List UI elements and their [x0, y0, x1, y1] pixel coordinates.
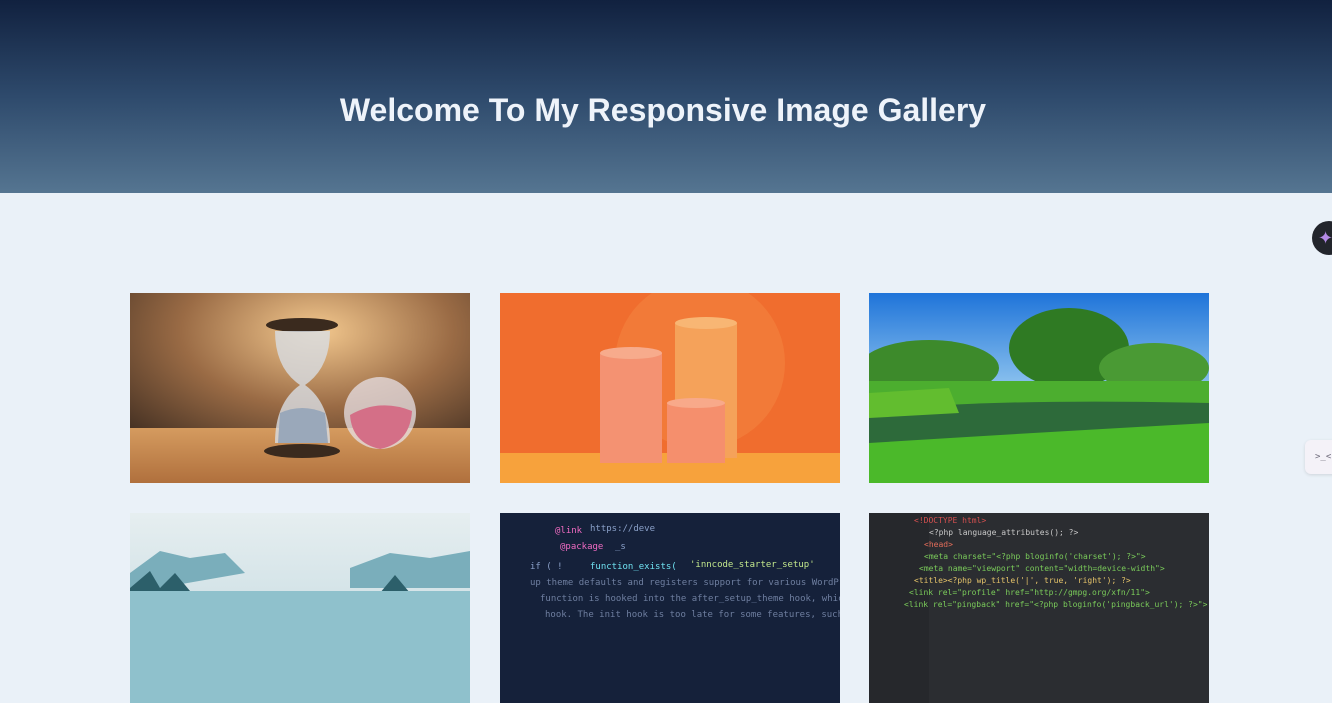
svg-text:up theme defaults and register: up theme defaults and registers support … [530, 578, 840, 588]
gallery-image-mountains[interactable] [130, 513, 470, 703]
svg-text:'inncode_starter_setup': 'inncode_starter_setup' [690, 560, 815, 570]
gallery-image-hourglass[interactable] [130, 293, 470, 483]
gallery-image-code-screen-blue[interactable]: @link https://deve @package _s if ( ! fu… [500, 513, 840, 703]
svg-text:_s: _s [615, 542, 626, 552]
svg-text:<?php language_attributes(); ?: <?php language_attributes(); ?> [929, 528, 1078, 537]
terminal-icon: >_< [1315, 452, 1332, 462]
svg-text:<link rel="profile" href="http: <link rel="profile" href="http://gmpg.or… [909, 588, 1150, 597]
sparkle-icon: ✦ [1318, 227, 1332, 248]
svg-text:<!DOCTYPE html>: <!DOCTYPE html> [914, 516, 986, 525]
svg-text:<meta charset="<?php bloginfo(: <meta charset="<?php bloginfo('charset')… [924, 552, 1146, 561]
side-panel-tab[interactable]: >_< [1305, 440, 1332, 474]
gallery-image-orange-cylinders[interactable] [500, 293, 840, 483]
svg-text:if ( !: if ( ! [530, 562, 563, 572]
svg-text:https://deve: https://deve [590, 524, 655, 534]
svg-text:<meta name="viewport" content=: <meta name="viewport" content="width=dev… [919, 564, 1165, 573]
svg-text:function is hooked into the af: function is hooked into the after_setup_… [540, 594, 840, 604]
page-title: Welcome To My Responsive Image Gallery [339, 92, 987, 128]
gallery-image-lake-landscape[interactable] [869, 293, 1209, 483]
page-header: Welcome To My Responsive Image Gallery [0, 0, 1332, 193]
svg-text:<head>: <head> [924, 540, 953, 549]
svg-text:@package: @package [560, 542, 603, 552]
assistant-sparkle-button[interactable]: ✦ [1312, 221, 1332, 255]
svg-text:<link rel="pingback" href="<?p: <link rel="pingback" href="<?php bloginf… [904, 600, 1208, 609]
svg-text:function_exists(: function_exists( [590, 562, 677, 572]
svg-text:@link: @link [555, 526, 583, 536]
gallery-image-code-screen-dark[interactable]: <!DOCTYPE html> <?php language_attribute… [869, 513, 1209, 703]
svg-text:<title><?php wp_title('|', tru: <title><?php wp_title('|', true, 'right'… [914, 576, 1131, 585]
svg-text:hook. The init hook is too lat: hook. The init hook is too late for some… [545, 610, 840, 620]
